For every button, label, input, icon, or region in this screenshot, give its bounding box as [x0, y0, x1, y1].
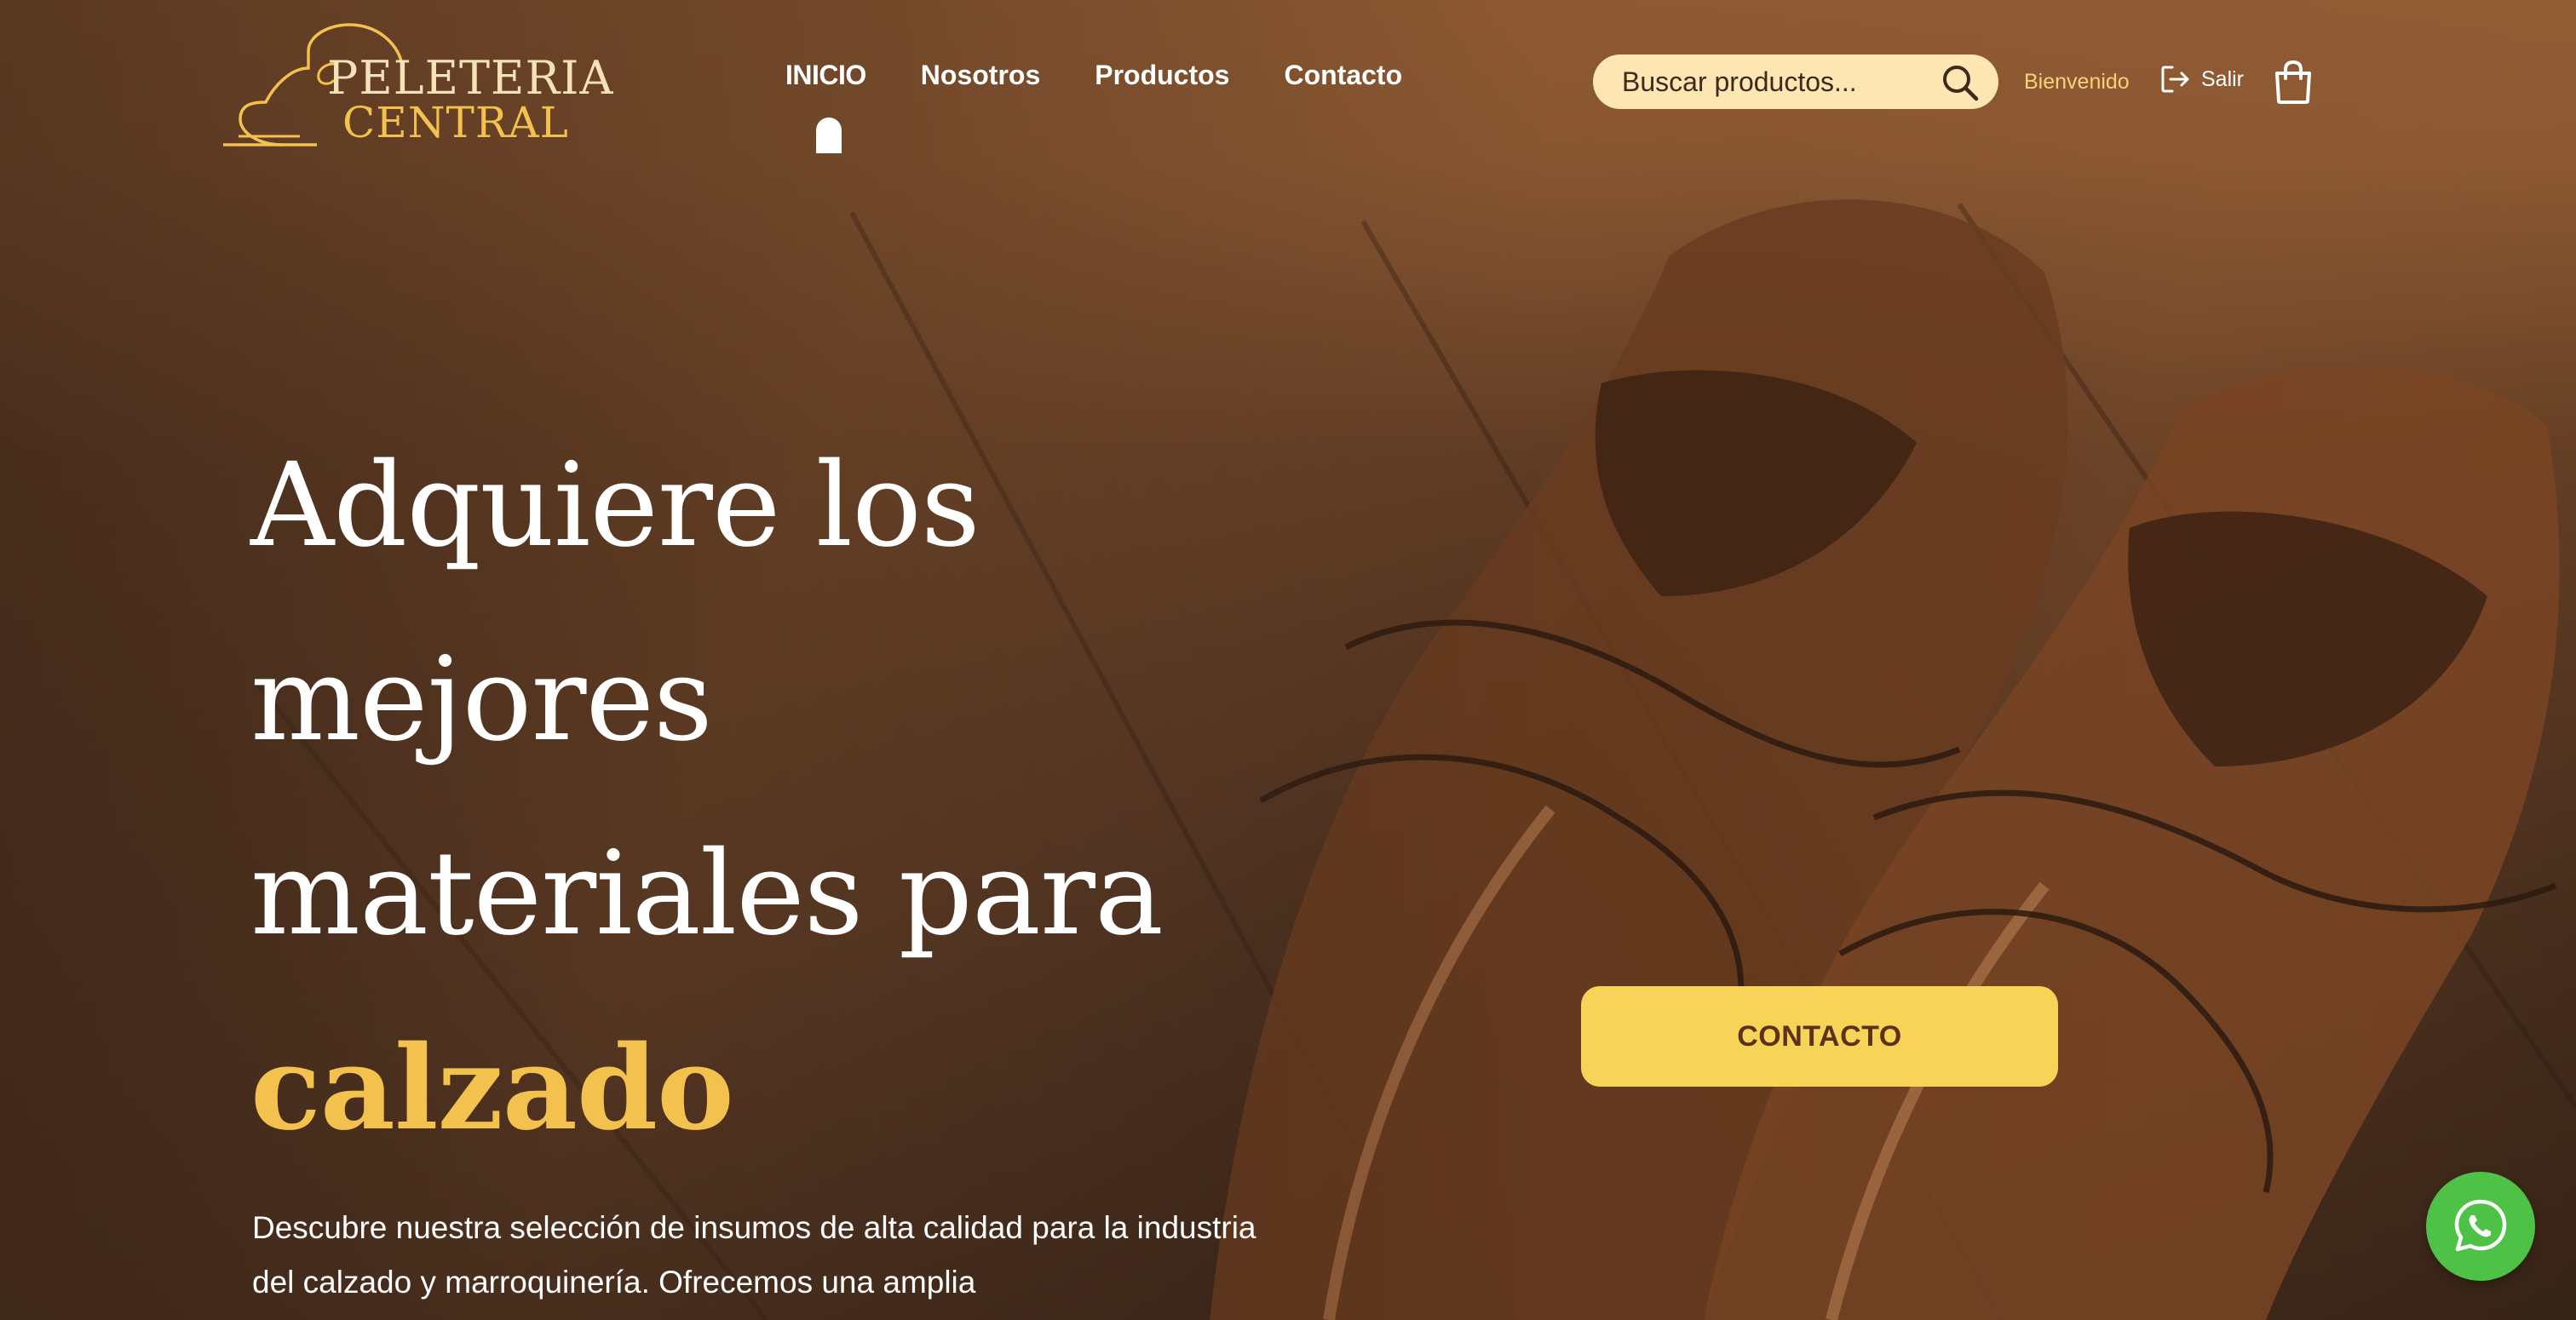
search-icon[interactable]: [1941, 63, 1980, 102]
nav-item-label: INICIO: [785, 60, 866, 90]
welcome-text: Bienvenido: [2024, 70, 2130, 94]
nav-item-nosotros[interactable]: Nosotros: [921, 60, 1040, 91]
logout-button[interactable]: Salir: [2160, 65, 2244, 94]
brand-line-1: PELETERIA: [327, 51, 614, 105]
site-header: PELETERIA CENTRAL INICIO Nosotros Produc…: [0, 0, 2576, 162]
hero-description: Descubre nuestra selección de insumos de…: [252, 1210, 1256, 1300]
hero-title-line-1: Adquiere los: [250, 439, 980, 573]
nav-active-indicator: [816, 118, 842, 153]
search-input[interactable]: [1620, 65, 1930, 99]
nav-item-label: Nosotros: [920, 60, 1041, 90]
brand-logo[interactable]: PELETERIA CENTRAL: [223, 17, 612, 153]
nav-item-label: Productos: [1095, 60, 1230, 90]
hero-title-line-3: materiales para: [250, 827, 1164, 961]
brand-line-2: CENTRAL: [342, 98, 569, 147]
nav-item-contacto[interactable]: Contacto: [1284, 60, 1402, 91]
whatsapp-button[interactable]: [2426, 1172, 2535, 1281]
logout-icon: [2161, 66, 2189, 93]
contacto-cta-button[interactable]: CONTACTO: [1581, 986, 2058, 1087]
hero-title: Adquiere los mejores materiales para cal…: [250, 409, 1273, 1185]
main-nav: INICIO Nosotros Productos Contacto: [785, 60, 1402, 153]
nav-item-label: Contacto: [1284, 60, 1403, 90]
search-bar: [1593, 55, 1998, 109]
shopping-bag-icon[interactable]: [2273, 60, 2314, 104]
nav-item-inicio[interactable]: INICIO: [785, 60, 866, 153]
whatsapp-icon: [2454, 1199, 2507, 1252]
hero-title-line-2: mejores: [250, 633, 713, 767]
logout-label: Salir: [2201, 66, 2245, 91]
nav-item-productos[interactable]: Productos: [1095, 60, 1229, 91]
hero-title-accent: calzado: [250, 1020, 734, 1156]
